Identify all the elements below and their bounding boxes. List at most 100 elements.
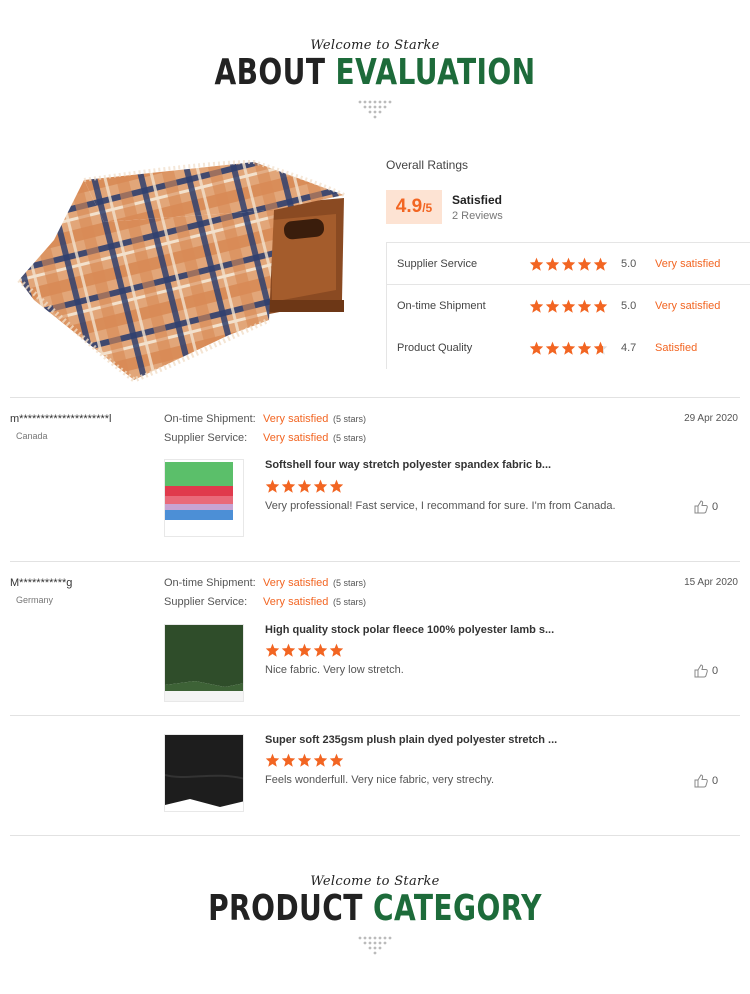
service-value: Very satisfied — [263, 432, 329, 444]
like-button[interactable]: 0 — [694, 774, 718, 788]
star-icon — [281, 479, 296, 493]
rating-value: 5.0 — [621, 300, 637, 312]
overall-ratings-label: Overall Ratings — [386, 158, 469, 172]
product-thumbnail[interactable] — [164, 459, 244, 537]
review-meta: On-time Shipment: Very satisfied (5 star… — [164, 413, 366, 451]
product-title-link[interactable]: High quality stock polar fleece 100% pol… — [265, 624, 554, 636]
welcome-script: Welcome to Starke — [310, 38, 440, 53]
rating-stars — [529, 341, 609, 355]
shipment-stars: (5 stars) — [333, 414, 367, 424]
divider — [10, 835, 740, 836]
rating-category: Supplier Service — [397, 257, 478, 270]
star-icon — [529, 341, 544, 355]
rating-stars — [529, 299, 609, 313]
welcome-script: Welcome to Starke — [310, 874, 440, 889]
thumbs-up-icon — [694, 774, 708, 788]
star-icon — [561, 257, 576, 271]
star-icon — [561, 299, 576, 313]
star-icon — [577, 299, 592, 313]
like-button[interactable]: 0 — [694, 500, 718, 514]
rating-row: Product Quality 4.7 Satisfied — [387, 327, 750, 369]
decorative-dots-icon — [357, 935, 393, 955]
star-icon — [545, 257, 560, 271]
product-title-link[interactable]: Softshell four way stretch polyester spa… — [265, 459, 551, 471]
star-icon — [297, 643, 312, 657]
star-icon — [329, 479, 344, 493]
reviewer-country: Canada — [16, 431, 48, 441]
review-count: 2 Reviews — [452, 209, 503, 222]
like-count: 0 — [712, 501, 719, 513]
thumbs-up-icon — [694, 664, 708, 678]
service-label: Supplier Service: — [164, 596, 248, 608]
star-icon — [281, 643, 296, 657]
rating-row: Supplier Service 5.0 Very satisfied — [387, 243, 750, 285]
reviewer-name: M***********g — [10, 577, 73, 589]
star-icon — [313, 753, 328, 767]
rating-word: Satisfied — [655, 342, 698, 354]
shipment-value: Very satisfied — [263, 413, 329, 425]
shipment-label: On-time Shipment: — [164, 577, 256, 589]
star-icon — [297, 753, 312, 767]
overall-score-badge: 4.9 /5 — [386, 190, 442, 224]
star-icon — [577, 341, 592, 355]
reviewer-country: Germany — [16, 595, 54, 605]
rating-stars — [529, 257, 609, 271]
review-comment: Very professional! Fast service, I recom… — [265, 500, 616, 512]
rating-breakdown: Supplier Service 5.0 Very satisfied On-time… — [386, 242, 750, 369]
summary-word: Satisfied — [452, 192, 503, 207]
star-icon — [297, 479, 312, 493]
evaluation-section-header: Welcome to Starke ABOUT EVALUATION — [0, 38, 750, 119]
category-section-header: Welcome to Starke PRODUCT CATEGORY — [0, 874, 750, 955]
star-icon — [593, 341, 608, 355]
title-part-2: EVALUATION — [335, 52, 536, 93]
title-part-1: PRODUCT — [208, 888, 363, 929]
like-button[interactable]: 0 — [694, 664, 718, 678]
rating-value: 4.7 — [621, 342, 637, 354]
review-stars — [265, 753, 345, 767]
star-icon — [265, 753, 280, 767]
rating-value: 5.0 — [621, 257, 637, 270]
rating-word: Very satisfied — [655, 300, 721, 312]
service-label: Supplier Service: — [164, 432, 248, 444]
star-icon — [545, 299, 560, 313]
divider — [10, 561, 740, 562]
overall-score: 4.9 — [395, 196, 423, 217]
star-icon — [593, 299, 608, 313]
overall-score-max: /5 — [422, 201, 433, 215]
service-stars: (5 stars) — [333, 433, 367, 443]
review-date: 29 Apr 2020 — [684, 413, 738, 424]
section-title: PRODUCT CATEGORY — [83, 889, 668, 929]
product-title-link[interactable]: Super soft 235gsm plush plain dyed polye… — [265, 734, 557, 746]
star-icon — [577, 257, 592, 271]
rating-row: On-time Shipment 5.0 Very satisfied — [387, 285, 750, 327]
product-photo — [14, 150, 354, 390]
review-comment: Nice fabric. Very low stretch. — [265, 664, 404, 676]
title-part-1: ABOUT — [214, 52, 326, 93]
star-icon — [329, 643, 344, 657]
rating-word: Very satisfied — [655, 257, 721, 270]
star-icon — [313, 479, 328, 493]
section-title: ABOUT EVALUATION — [83, 53, 668, 93]
overall-summary: Satisfied 2 Reviews — [452, 193, 503, 222]
title-part-2: CATEGORY — [372, 888, 542, 929]
star-icon — [545, 341, 560, 355]
like-count: 0 — [712, 665, 719, 677]
product-thumbnail[interactable] — [164, 734, 244, 812]
star-icon — [561, 341, 576, 355]
star-icon — [529, 299, 544, 313]
rating-category: On-time Shipment — [397, 300, 486, 312]
star-icon — [281, 753, 296, 767]
ratings-panel: Overall Ratings 4.9 /5 Satisfied 2 Revie… — [386, 158, 750, 369]
review-comment: Feels wonderfull. Very nice fabric, very… — [265, 774, 495, 786]
star-icon — [329, 753, 344, 767]
rating-category: Product Quality — [397, 342, 473, 354]
star-icon — [313, 643, 328, 657]
thumbs-up-icon — [694, 500, 708, 514]
product-thumbnail[interactable] — [164, 624, 244, 702]
star-icon — [529, 257, 544, 271]
service-stars: (5 stars) — [333, 597, 367, 607]
like-count: 0 — [712, 775, 719, 787]
review-date: 15 Apr 2020 — [684, 577, 738, 588]
overall-score-row: 4.9 /5 Satisfied 2 Reviews — [386, 190, 750, 224]
star-icon — [265, 479, 280, 493]
